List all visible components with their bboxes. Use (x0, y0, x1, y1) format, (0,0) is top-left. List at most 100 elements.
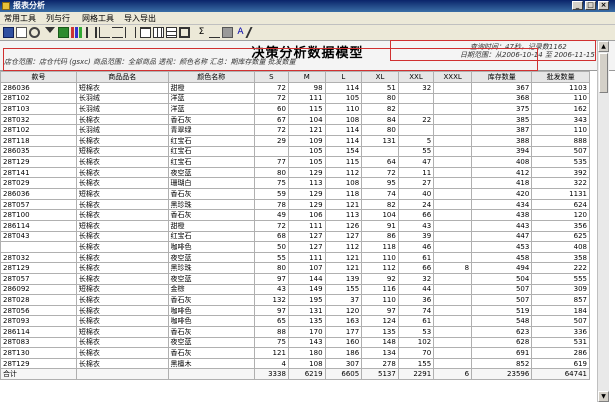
table-cell[interactable]: 长棉衣 (75, 336, 169, 349)
table-cell[interactable]: 507 (531, 315, 590, 327)
table-cell[interactable] (433, 283, 473, 296)
table-cell[interactable]: 132 (253, 294, 289, 306)
table-cell[interactable]: 114 (324, 82, 363, 94)
table-cell[interactable]: 46 (397, 241, 435, 253)
table-cell[interactable]: 120 (324, 304, 363, 317)
table-cell[interactable]: 咖啡色 (167, 241, 255, 253)
table-cell[interactable]: 22 (397, 113, 435, 126)
table-cell[interactable]: 434 (471, 198, 533, 211)
vertical-scrollbar[interactable]: ▲ ▼ (597, 41, 609, 402)
table-cell[interactable]: 72 (253, 219, 289, 232)
table-cell[interactable]: 72 (361, 166, 399, 179)
vertical-align-icon[interactable] (86, 27, 97, 38)
table-cell[interactable]: 长棉衣 (75, 113, 169, 126)
table-row[interactable]: 286114 短棉衣 香石灰 88 170 177 135 53 623 336 (0, 326, 590, 338)
table-cell[interactable]: 104 (361, 209, 399, 221)
col-header-m[interactable]: M (287, 71, 326, 83)
table-cell[interactable]: 121 (324, 262, 363, 274)
table-cell[interactable]: 28T057 (0, 198, 77, 211)
table-cell[interactable]: 长棉衣 (75, 357, 169, 370)
table-row[interactable]: 28T103 长羽绒 洋蓝 60 115 110 82 375 162 (0, 103, 590, 115)
table-cell[interactable]: 短棉衣 (75, 82, 169, 94)
table-cell[interactable]: 28T102 (0, 124, 77, 137)
table-cell[interactable]: 红宝石 (167, 135, 255, 147)
table-cell[interactable]: 155 (397, 357, 435, 370)
text-icon[interactable]: A (235, 27, 246, 38)
table-row[interactable]: 28T032 长棉衣 夜空蓝 55 111 121 110 61 458 358 (0, 251, 590, 264)
table-cell[interactable]: 367 (471, 82, 533, 94)
col-header-color[interactable]: 颜色名称 (167, 71, 255, 83)
table-cell[interactable]: 309 (531, 283, 590, 296)
table-cell[interactable] (433, 251, 473, 264)
maximize-button[interactable]: □ (585, 1, 596, 10)
table-cell[interactable]: 长棉衣 (75, 315, 169, 327)
table-cell[interactable]: 623 (471, 326, 533, 338)
table-cell[interactable]: 70 (397, 347, 435, 359)
table-cell[interactable] (433, 219, 473, 232)
table-cell[interactable]: 852 (471, 357, 533, 370)
table-cell[interactable]: 65 (253, 315, 289, 327)
table-cell[interactable]: 甜橙 (167, 219, 255, 232)
table-row[interactable]: 28T100 长棉衣 香石灰 49 106 113 104 66 438 120 (0, 209, 590, 221)
table-cell[interactable]: 75 (253, 177, 289, 190)
table-cell[interactable]: 28T130 (0, 347, 77, 359)
table-row[interactable]: 28T118 长棉衣 红宝石 29 109 114 131 5 388 888 (0, 135, 590, 147)
table-cell[interactable]: 343 (531, 113, 590, 126)
table-cell[interactable]: 长棉衣 (75, 294, 169, 306)
table-row[interactable]: 28T102 长羽绒 青翠绿 72 121 114 80 387 110 (0, 124, 590, 137)
table-cell[interactable]: 84 (361, 113, 399, 126)
table-cell[interactable]: 长棉衣 (75, 166, 169, 179)
table-cell[interactable]: 857 (531, 294, 590, 306)
filter-icon[interactable] (45, 27, 55, 35)
table-cell[interactable]: 黑珍珠 (167, 262, 255, 274)
table-cell[interactable]: 113 (324, 209, 363, 221)
table-cell[interactable]: 长棉衣 (75, 135, 169, 147)
table-cell[interactable]: 222 (531, 262, 590, 274)
table-cell[interactable]: 香石灰 (167, 113, 255, 126)
table-cell[interactable]: 77 (253, 156, 289, 168)
menu-import-export[interactable]: 导入导出 (124, 13, 156, 24)
table-cell[interactable]: 59 (253, 188, 289, 200)
table-cell[interactable]: 186 (324, 347, 363, 359)
table-row[interactable]: 286036 短棉衣 香石灰 59 129 118 74 40 420 1131 (0, 188, 590, 200)
table-row[interactable]: 286035 短棉衣 红宝石 105 154 55 394 507 (0, 145, 590, 158)
table-cell[interactable]: 535 (531, 156, 590, 168)
table-cell[interactable]: 64 (361, 156, 399, 168)
table-cell[interactable]: 443 (471, 219, 533, 232)
table-cell[interactable]: 咖啡色 (167, 315, 255, 327)
excel-icon[interactable] (58, 27, 69, 38)
table-cell[interactable] (433, 188, 473, 200)
table-cell[interactable]: 177 (324, 326, 363, 338)
table-cell[interactable]: 86 (361, 230, 399, 243)
table-cell[interactable]: 121 (324, 198, 363, 211)
table-cell[interactable]: 394 (471, 145, 533, 158)
table-cell[interactable]: 531 (531, 336, 590, 349)
table-row[interactable]: 28T141 长棉衣 夜空蓝 80 129 112 72 11 412 392 (0, 166, 590, 179)
table-cell[interactable]: 619 (531, 357, 590, 370)
table-cell[interactable] (361, 145, 399, 158)
table-cell[interactable]: 长棉衣 (75, 156, 169, 168)
table-cell[interactable] (433, 304, 473, 317)
col-header-xl[interactable]: XL (361, 71, 399, 83)
table-cell[interactable]: 29 (253, 135, 289, 147)
table-cell[interactable] (433, 230, 473, 243)
table-cell[interactable]: 55 (397, 145, 435, 158)
table-cell[interactable]: 28T028 (0, 294, 77, 306)
table-cell[interactable]: 78 (253, 198, 289, 211)
table-cell[interactable]: 114 (324, 124, 363, 137)
table-cell[interactable] (433, 326, 473, 338)
table-cell[interactable]: 4 (253, 357, 289, 370)
table-cell[interactable]: 香石灰 (167, 209, 255, 221)
table-cell[interactable]: 95 (361, 177, 399, 190)
table-cell[interactable]: 504 (471, 272, 533, 285)
table-cell[interactable]: 108 (324, 177, 363, 190)
table-cell[interactable]: 135 (287, 315, 326, 327)
col-header-s[interactable]: S (253, 71, 289, 83)
table-cell[interactable]: 307 (324, 357, 363, 370)
table-cell[interactable]: 98 (287, 82, 326, 94)
table-cell[interactable]: 红宝石 (167, 145, 255, 158)
table-cell[interactable]: 286114 (0, 326, 77, 338)
table-cell[interactable] (433, 113, 473, 126)
table-cell[interactable]: 387 (471, 124, 533, 137)
table-cell[interactable]: 39 (397, 230, 435, 243)
